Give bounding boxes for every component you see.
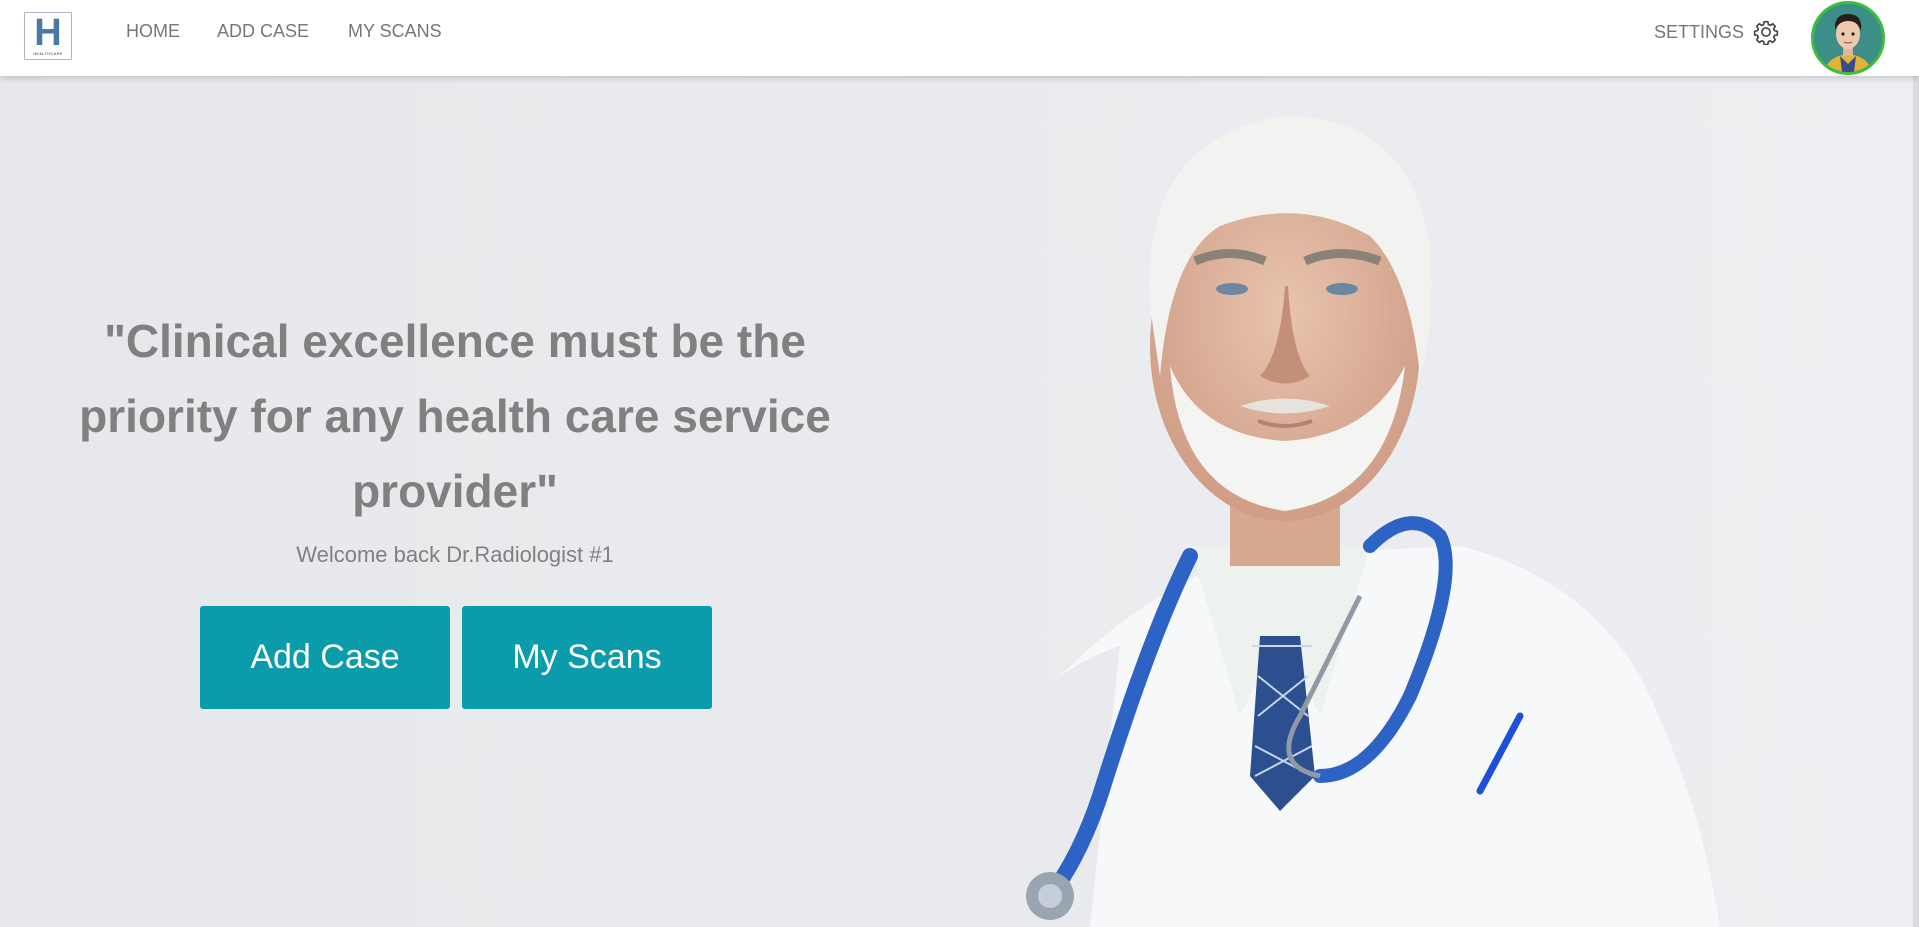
healthcare-logo[interactable]: H HEALTHCARE xyxy=(24,12,72,60)
doctor-photo xyxy=(940,76,1919,927)
my-scans-button[interactable]: My Scans xyxy=(462,606,712,709)
nav-my-scans-link[interactable]: MY SCANS xyxy=(348,21,442,42)
avatar-illustration xyxy=(1814,4,1882,72)
settings-label: SETTINGS xyxy=(1653,21,1744,42)
hero-section: "Clinical excellence must be the priorit… xyxy=(0,76,1919,927)
logo-letter: H xyxy=(34,12,62,54)
user-avatar[interactable] xyxy=(1811,1,1885,75)
settings-button[interactable]: SETTINGS xyxy=(1654,19,1779,45)
welcome-message: Welcome back Dr.Radiologist #1 xyxy=(296,542,614,567)
gear-icon xyxy=(1753,20,1779,45)
hero-quote: "Clinical excellence must be the priorit… xyxy=(79,315,831,517)
top-navbar: H HEALTHCARE HOME ADD CASE MY SCANS SETT… xyxy=(0,0,1919,76)
nav-home-link[interactable]: HOME xyxy=(126,21,180,42)
add-case-button[interactable]: Add Case xyxy=(200,606,450,709)
nav-add-case-link[interactable]: ADD CASE xyxy=(217,21,309,42)
page-scrollbar[interactable] xyxy=(1913,76,1919,927)
logo-subtitle: HEALTHCARE xyxy=(33,51,63,56)
